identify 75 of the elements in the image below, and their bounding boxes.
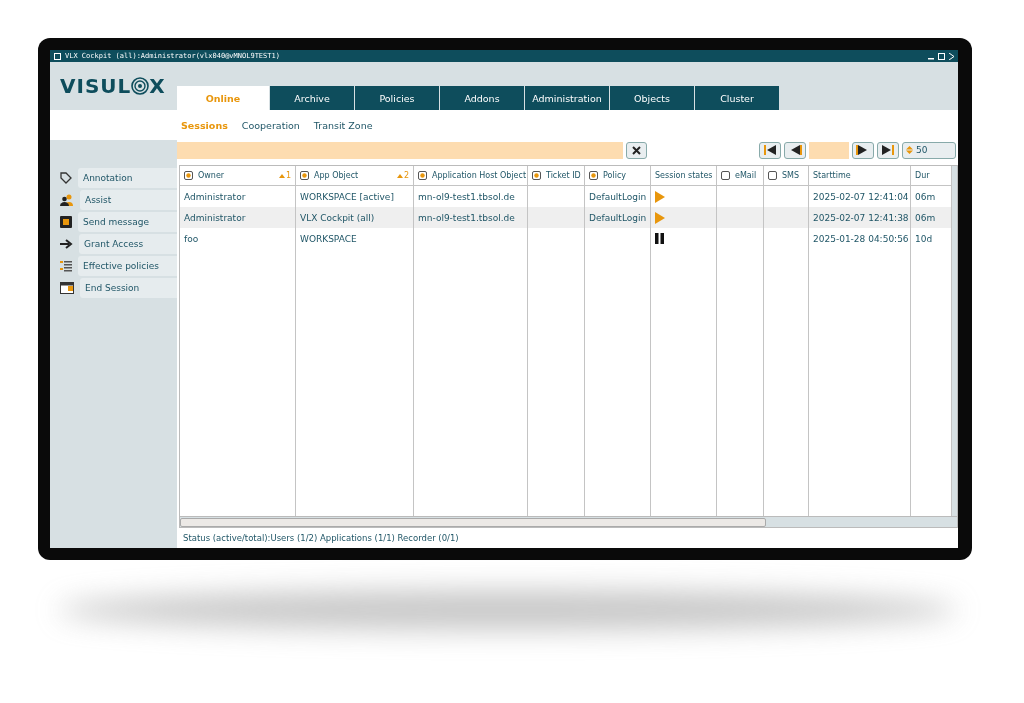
- filter-field[interactable]: [177, 141, 623, 159]
- square-icon: [60, 216, 72, 228]
- sub-tab[interactable]: Transit Zone: [313, 119, 373, 131]
- main-tab[interactable]: Objects: [610, 86, 694, 110]
- clear-filter-button[interactable]: [626, 141, 647, 159]
- page-field[interactable]: [809, 141, 849, 159]
- maximize-icon[interactable]: [938, 52, 945, 60]
- logo-text: X: [149, 74, 166, 98]
- table-cell: 06m: [915, 191, 936, 202]
- sidebar-action-button[interactable]: Grant Access: [79, 234, 177, 254]
- logo-rings-icon: [131, 77, 150, 95]
- column-header-label: Session states: [655, 171, 713, 180]
- vertical-scrollbar[interactable]: [952, 166, 957, 516]
- sub-tab[interactable]: Cooperation: [241, 119, 300, 131]
- list-icon: [60, 260, 72, 272]
- logo-text: VISUL: [60, 74, 132, 98]
- table-cell: WORKSPACE: [300, 233, 357, 244]
- main-tab[interactable]: Administration: [525, 86, 609, 110]
- table-cell: mn-ol9-test1.tbsol.de: [418, 191, 515, 202]
- column-header-label: App Object: [314, 171, 360, 180]
- spinner-arrows-icon: [906, 146, 913, 154]
- arrow-icon: [60, 239, 73, 249]
- next-page-button[interactable]: [852, 141, 874, 159]
- column-header-label: Ticket ID: [546, 171, 581, 180]
- page-size-spinner[interactable]: 50: [902, 141, 956, 159]
- column-header-label: Starttime: [813, 171, 852, 180]
- main-tab[interactable]: Policies: [355, 86, 439, 110]
- table-cell: DefaultLogin: [589, 191, 647, 202]
- table-cell: 10d: [915, 233, 933, 244]
- horizontal-scrollbar[interactable]: [179, 516, 958, 528]
- column-header-label: Dur: [915, 171, 931, 180]
- table-row[interactable]: Administrator VLX Cockpit (all) mn-ol9-test1.tbsol.de DefaultLogin 2025-02-07 12:41:38 06m: [180, 207, 952, 228]
- column-checkbox[interactable]: [721, 171, 730, 180]
- last-page-button[interactable]: [877, 141, 899, 159]
- right-triangle-icon: [881, 145, 895, 155]
- table-cell: Administrator: [184, 212, 246, 223]
- column-header-label: Owner: [198, 171, 226, 180]
- status-text: Status (active/total):Users (1/2) Applications (1/1) Recorder (0/1): [183, 533, 459, 543]
- sidebar-action-button[interactable]: Effective policies: [78, 256, 177, 276]
- column-checkbox[interactable]: [768, 171, 777, 180]
- main-tab[interactable]: Addons: [440, 86, 524, 110]
- table-cell: 2025-01-28 04:50:56: [813, 233, 909, 244]
- main-tab[interactable]: Archive: [270, 86, 354, 110]
- table-cell: WORKSPACE [active]: [300, 191, 394, 202]
- column-checkbox[interactable]: [300, 171, 309, 180]
- column-checkbox[interactable]: [532, 171, 541, 180]
- sidebar-action-button[interactable]: End Session: [80, 278, 177, 298]
- column-header-label: Policy: [603, 171, 627, 180]
- main-tab[interactable]: Cluster: [695, 86, 779, 110]
- table-cell: mn-ol9-test1.tbsol.de: [418, 212, 515, 223]
- sidebar-action-button[interactable]: Annotation: [78, 168, 177, 188]
- column-checkbox[interactable]: [184, 171, 193, 180]
- first-page-button[interactable]: [759, 141, 781, 159]
- people-icon: [60, 194, 74, 206]
- sidebar-action-button[interactable]: Send message: [78, 212, 177, 232]
- table-cell: 2025-02-07 12:41:38: [813, 212, 909, 223]
- table-cell: 06m: [915, 212, 936, 223]
- window-close-icon: [60, 282, 74, 294]
- sidebar-action-button[interactable]: Assist: [80, 190, 177, 210]
- sort-indicator: 1: [278, 171, 291, 180]
- left-triangle-icon: [763, 145, 777, 155]
- column-header-label: eMail: [735, 171, 758, 180]
- table-cell: foo: [184, 233, 199, 244]
- column-header-label: SMS: [782, 171, 801, 180]
- column-header-label: Application Host Object: [432, 171, 527, 180]
- tag-icon: [60, 172, 72, 184]
- table-cell: DefaultLogin: [589, 212, 647, 223]
- table-cell: VLX Cockpit (all): [300, 212, 375, 223]
- column-checkbox[interactable]: [589, 171, 598, 180]
- table-cell: Administrator: [184, 191, 246, 202]
- previous-page-button[interactable]: [784, 141, 806, 159]
- column-checkbox[interactable]: [418, 171, 427, 180]
- table-cell: 2025-02-07 12:41:04: [813, 191, 909, 202]
- sort-indicator: 2: [396, 171, 409, 180]
- window-icon: [54, 52, 61, 60]
